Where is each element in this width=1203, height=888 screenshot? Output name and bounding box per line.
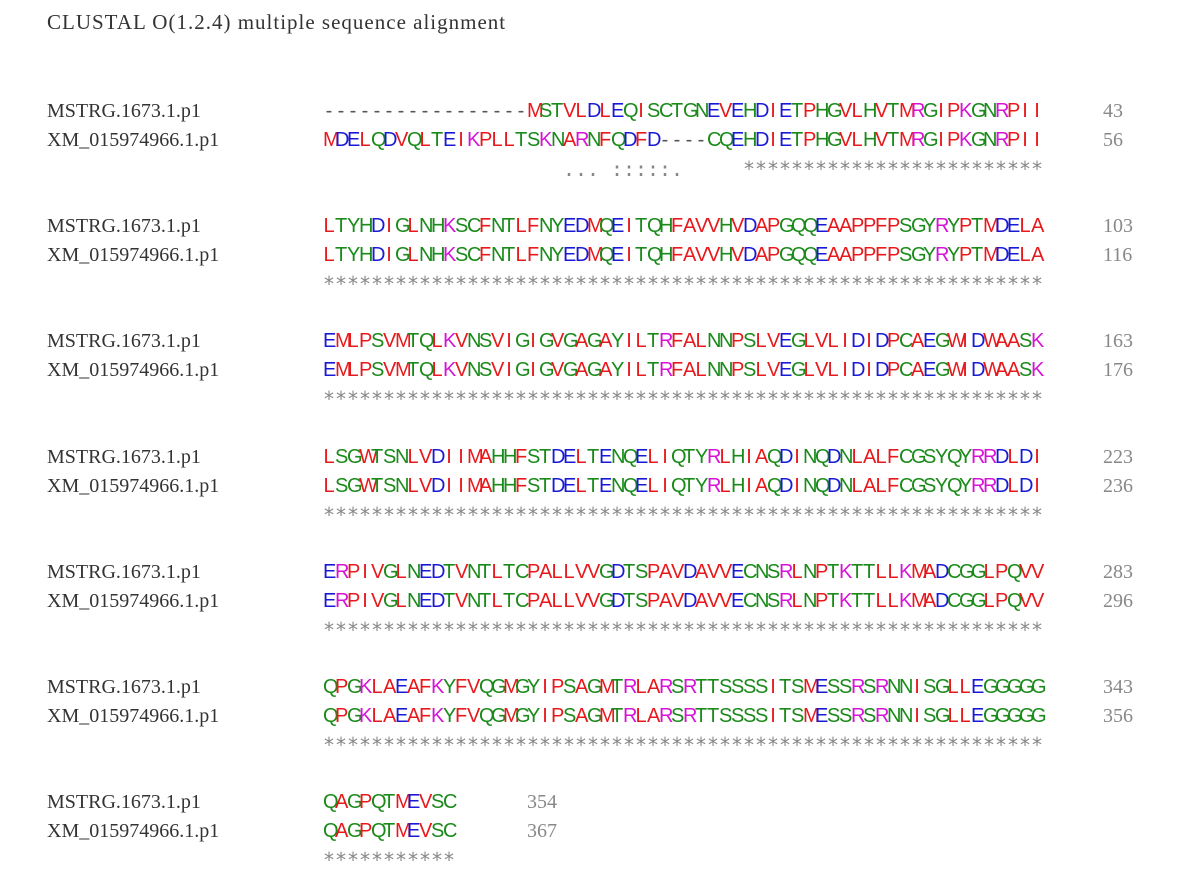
sequence-name: XM_015974966.1.p1 <box>47 589 220 612</box>
sequence-name: XM_015974966.1.p1 <box>47 359 220 382</box>
residue-count: 236 <box>1103 474 1133 497</box>
residue-count: 103 <box>1103 215 1133 238</box>
residue-count: 176 <box>1103 359 1133 382</box>
sequence-name: MSTRG.1673.1.p1 <box>47 791 201 814</box>
consensus-line: ****************************************… <box>323 272 1044 297</box>
sequence-row: MSTRG.1673.1.p1 EMLPSVMTQLKVNSVI GI GVGAGAY… <box>0 327 1203 356</box>
sequence-name: MSTRG.1673.1.p1 <box>47 676 201 698</box>
sequence-row: MSTRG.1673.1.p1 - - - - - - - - - - - - - - - - - MSTVLDLE… <box>0 97 1203 126</box>
sequence-residues: LTYHDI GLNHKSCFNTLFNYEDMQEI TQHFAVVHVDAPGQ… <box>323 244 1045 267</box>
alignment-block: MSTRG.1673.1.p1 ERPI VGLNEDTVNTLTCPALLVVGD… <box>0 558 1203 658</box>
consensus-line: ****************************************… <box>323 733 1044 757</box>
sequence-name: XM_015974966.1.p1 <box>47 129 220 151</box>
sequence-row: MSTRG.1673.1.p1 QPGKLAEAFKYFVQGMGYI PSAGMT… <box>0 673 1203 702</box>
sequence-row: XM_015974966.1.p1 LSGWTSNLVDI I MAHHFSTDELT… <box>0 472 1203 501</box>
alignment-document: CLUSTAL O(1.2.4) multiple sequence align… <box>0 0 1203 884</box>
sequence-residues: QAGPQTMEVSC <box>323 791 458 814</box>
sequence-row: XM_015974966.1.p1 QAGPQTMEVSC 367 <box>0 817 1203 846</box>
sequence-row: MSTRG.1673.1.p1 LTYHDI GLNHKSCFNTLFNYEDMQE… <box>0 212 1203 241</box>
alignment-block: MSTRG.1673.1.p1 QAGPQTMEVSC 354 XM_01597496… <box>0 788 1203 888</box>
residue-count: 223 <box>1103 445 1133 468</box>
alignment-block: MSTRG.1673.1.p1 QPGKLAEAFKYFVQGMGYI PSAGMT… <box>0 673 1203 773</box>
alignment-block: MSTRG.1673.1.p1 LSGWTSNLVDI I MAHHFSTDELTEN… <box>0 443 1203 543</box>
consensus-line: ... :::::. ************************* <box>563 157 1044 181</box>
sequence-name: MSTRG.1673.1.p1 <box>47 215 201 238</box>
sequence-name: MSTRG.1673.1.p1 <box>47 330 201 353</box>
residue-count: 163 <box>1103 330 1133 353</box>
residue-count: 283 <box>1103 560 1133 583</box>
consensus-line: ****************************************… <box>323 617 1044 642</box>
sequence-residues: LTYHDI GLNHKSCFNTLFNYEDMQEI TQHFAVVHVDAPGQ… <box>323 215 1045 238</box>
alignment-header: CLUSTAL O(1.2.4) multiple sequence align… <box>47 10 507 34</box>
sequence-name: MSTRG.1673.1.p1 <box>47 445 201 468</box>
residue-count: 56 <box>1103 129 1123 151</box>
consensus-line: ****************************************… <box>323 502 1044 527</box>
sequence-residues: QAGPQTMEVSC <box>323 820 458 843</box>
sequence-row: XM_015974966.1.p1 QPGKLAEAFKYFVQGMGYI PSAG… <box>0 702 1203 731</box>
sequence-row: XM_015974966.1.p1 LTYHDI GLNHKSCFNTLFNYEDM… <box>0 241 1203 270</box>
sequence-residues: ERPI VGLNEDTVNTLTCPALLVVGDTSPAVDAVVECNSRL… <box>323 589 1045 612</box>
sequence-name: XM_015974966.1.p1 <box>47 474 220 497</box>
sequence-residues: QPGKLAEAFKYFVQGMGYI PSAGMTRLARSRTTSSSSI TS… <box>323 705 1047 727</box>
sequence-name: MSTRG.1673.1.p1 <box>47 560 201 583</box>
sequence-row: XM_015974966.1.p1 EMLPSVMTQLKVNSVI GI GVGAG… <box>0 356 1203 385</box>
sequence-row: MSTRG.1673.1.p1 QAGPQTMEVSC 354 <box>0 788 1203 817</box>
alignment-block: MSTRG.1673.1.p1 - - - - - - - - - - - - - - - - - MSTVLDLE… <box>0 97 1203 197</box>
sequence-row: MSTRG.1673.1.p1 LSGWTSNLVDI I MAHHFSTDELTEN… <box>0 443 1203 472</box>
residue-count: 354 <box>527 791 557 814</box>
sequence-name: XM_015974966.1.p1 <box>47 820 220 843</box>
sequence-residues: - - - - - - - - - - - - - - - - - MSTVLDLEQI SCTGNEVEHDI ET… <box>325 100 1040 122</box>
consensus-line: *********** <box>323 848 456 873</box>
sequence-residues: LSGWTSNLVDI I MAHHFSTDELTENQEL I QTYRLHI AQDI… <box>323 474 1040 497</box>
sequence-name: XM_015974966.1.p1 <box>47 705 220 727</box>
sequence-residues: MDELQDVQLTEI KPLLTSKNARNFQDFD- - - - CQEHDI ET… <box>323 129 1040 151</box>
sequence-residues: EMLPSVMTQLKVNSVI GI GVGAGAYI LTRFALNNPSLVEG… <box>323 359 1045 382</box>
residue-count: 296 <box>1103 589 1133 612</box>
sequence-name: MSTRG.1673.1.p1 <box>47 100 201 122</box>
consensus-line: ****************************************… <box>323 387 1044 412</box>
sequence-row: MSTRG.1673.1.p1 ERPI VGLNEDTVNTLTCPALLVVGD… <box>0 558 1203 587</box>
alignment-block: MSTRG.1673.1.p1 EMLPSVMTQLKVNSVI GI GVGAGAY… <box>0 327 1203 427</box>
residue-count: 343 <box>1103 676 1133 698</box>
sequence-residues: LSGWTSNLVDI I MAHHFSTDELTENQEL I QTYRLHI AQDI… <box>323 445 1040 468</box>
sequence-name: XM_015974966.1.p1 <box>47 244 220 267</box>
sequence-row: XM_015974966.1.p1 ERPI VGLNEDTVNTLTCPALLVV… <box>0 587 1203 616</box>
residue-count: 356 <box>1103 705 1133 727</box>
alignment-block: MSTRG.1673.1.p1 LTYHDI GLNHKSCFNTLFNYEDMQE… <box>0 212 1203 312</box>
residue-count: 116 <box>1103 244 1133 267</box>
sequence-residues: ERPI VGLNEDTVNTLTCPALLVVGDTSPAVDAVVECNSRL… <box>323 560 1045 583</box>
sequence-residues: QPGKLAEAFKYFVQGMGYI PSAGMTRLARSRTTSSSSI TS… <box>323 676 1047 698</box>
residue-count: 367 <box>527 820 557 843</box>
sequence-row: XM_015974966.1.p1 MDELQDVQLTEI KPLLTSKNARN… <box>0 126 1203 155</box>
sequence-residues: EMLPSVMTQLKVNSVI GI GVGAGAYI LTRFALNNPSLVEG… <box>323 330 1045 353</box>
residue-count: 43 <box>1103 100 1123 122</box>
